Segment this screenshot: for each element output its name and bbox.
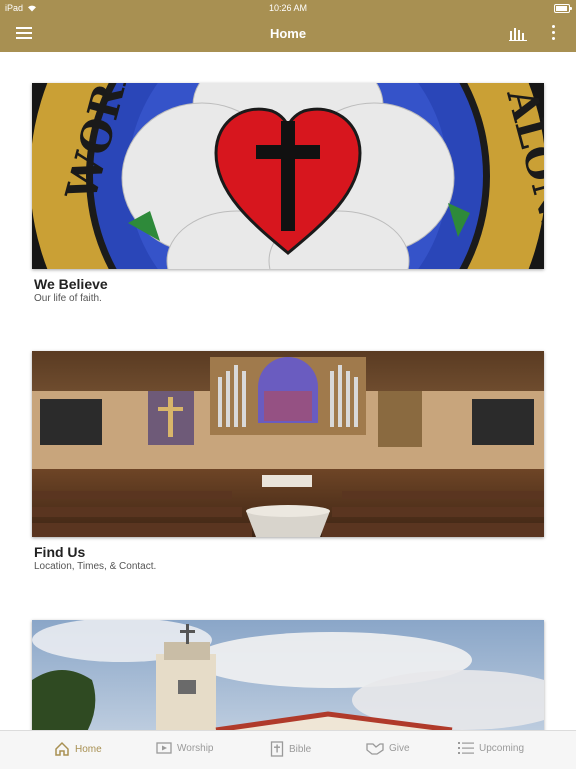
tab-label: Worship [177, 742, 214, 754]
card-subtitle: Our life of faith. [34, 293, 102, 304]
video-icon [156, 742, 172, 754]
card-title: We Believe [34, 276, 108, 292]
card-title: Find Us [34, 544, 86, 560]
nav-bar: Home [0, 16, 576, 52]
tab-upcoming[interactable]: Upcoming [458, 741, 524, 755]
card-church-exterior[interactable] [32, 620, 544, 730]
page-title: Home [269, 26, 307, 41]
give-icon [366, 743, 384, 755]
church-exterior-image [32, 620, 544, 730]
status-bar: iPad 10:26 AM [0, 0, 576, 16]
luther-rose-image: WORD ALONE [32, 83, 544, 269]
card-we-believe[interactable]: WORD ALONE We Believe Our life of faith. [32, 83, 544, 304]
audio-bars-icon[interactable] [509, 27, 527, 41]
more-options-icon[interactable] [552, 25, 556, 43]
tab-home[interactable]: Home [54, 741, 102, 757]
status-time: 10:26 AM [268, 3, 308, 13]
tab-give[interactable]: Give [366, 741, 410, 755]
home-feed[interactable]: WORD ALONE We Believe Our life of faith. [0, 52, 576, 730]
card-subtitle: Location, Times, & Contact. [34, 561, 157, 572]
list-icon [458, 742, 474, 754]
home-icon [55, 741, 69, 756]
tab-label: Bible [289, 743, 312, 755]
tab-label: Give [389, 742, 410, 754]
tab-label: Home [75, 743, 102, 755]
card-find-us[interactable]: Find Us Location, Times, & Contact. [32, 351, 544, 572]
battery-icon [554, 4, 572, 13]
sanctuary-image [32, 351, 544, 537]
tab-bar: Home Worship Bible Give Upcoming [0, 730, 576, 769]
tab-label: Upcoming [479, 742, 525, 754]
tab-worship[interactable]: Worship [156, 741, 214, 755]
tab-bible[interactable]: Bible [270, 741, 311, 757]
bible-icon [270, 741, 284, 757]
